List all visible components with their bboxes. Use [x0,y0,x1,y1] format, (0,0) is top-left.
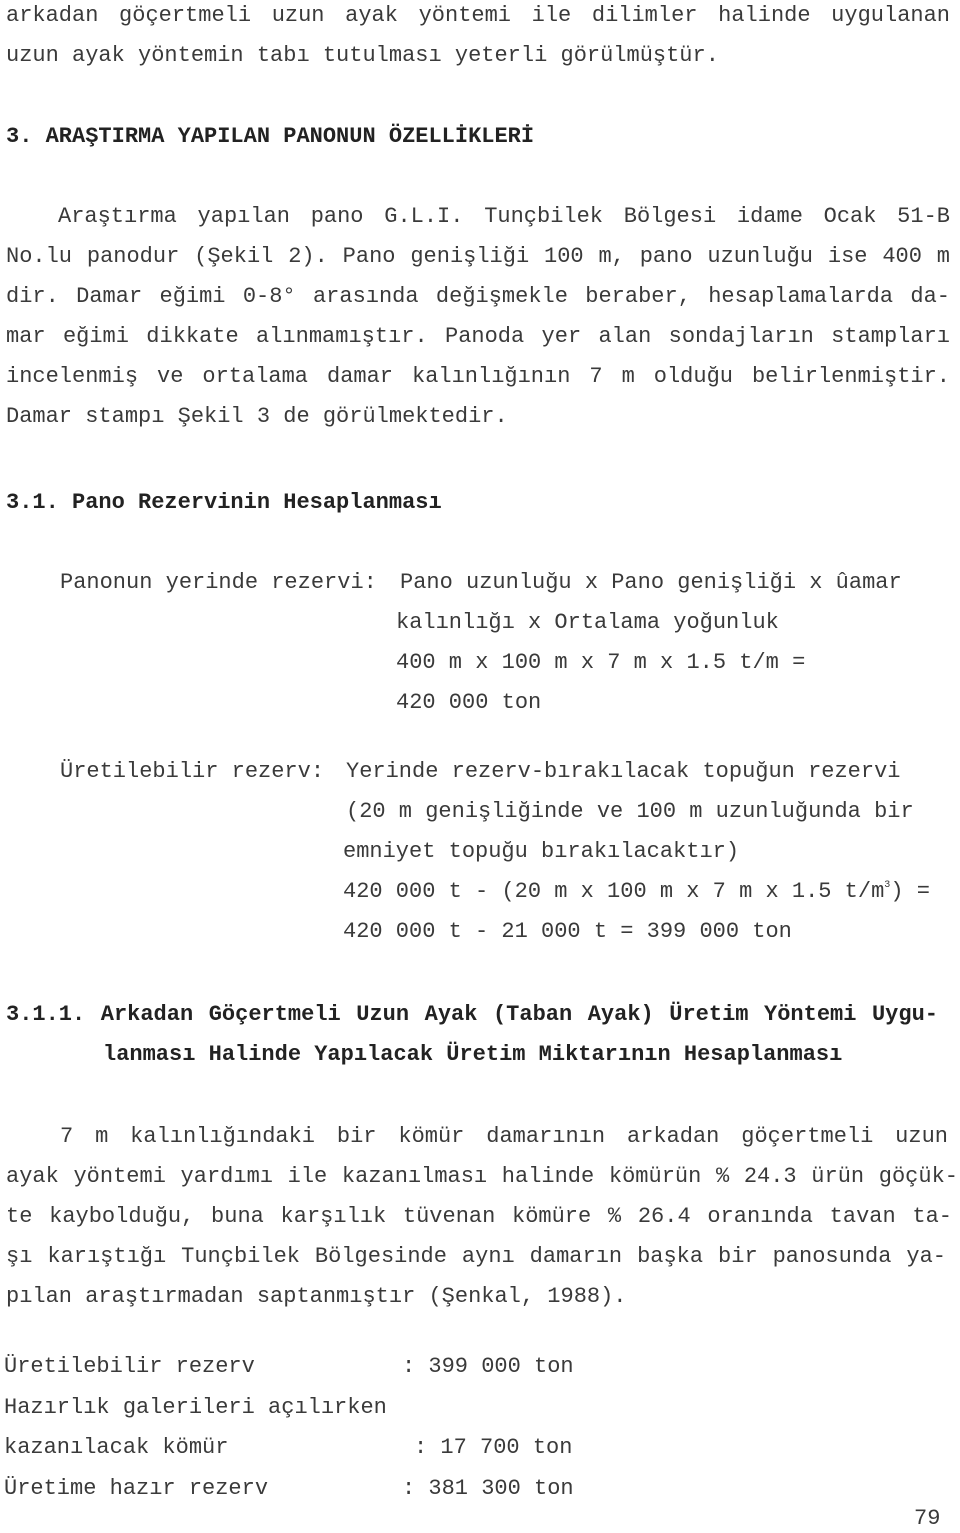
calc-post: ) = [890,879,930,904]
calc-pre: 420 000 t - (20 m x 100 m x 7 m x 1.5 t/… [343,879,885,904]
formula-line: emniyet topuğu bırakılacaktır) [343,839,740,864]
in-place-label: Panonun yerinde rezervi: [60,570,377,595]
body-line: mar eğimi dikkate alınmamıştır. Panoda y… [6,324,950,349]
body-line: incelenmiş ve ortalama damar kalınlığını… [6,364,950,389]
formula-line: Yerinde rezerv-bırakılacak topuğun rezer… [346,759,901,784]
summary-label: kazanılacak kömür [4,1435,229,1460]
subsubsection-heading: lanması Halinde Yapılacak Üretim Miktarı… [103,1042,843,1067]
intro-line: uzun ayak yöntemin tabı tutulması yeterl… [6,43,719,68]
producible-label: Üretilebilir rezerv: [60,759,325,784]
body-line: pılan araştırmadan saptanmıştır (Şenkal,… [6,1284,627,1309]
body-line: Damar stampı Şekil 3 de görülmektedir. [6,404,508,429]
formula-result: 420 000 t - 21 000 t = 399 000 ton [343,919,792,944]
summary-value: : 381 300 ton [402,1476,574,1501]
intro-line: arkadan göçertmeli uzun ayak yöntemi ile… [6,3,950,28]
body-line: No.lu panodur (Şekil 2). Pano genişliği … [6,244,950,269]
summary-label: Üretime hazır rezerv [4,1476,269,1501]
body-line: ayak yöntemi yardımı ile kazanılması hal… [6,1164,958,1189]
formula-line: Pano uzunluğu x Pano genişliği x ûamar [400,570,902,595]
body-line: dir. Damar eğimi 0-8° arasında değişmekl… [6,284,950,309]
body-line: şı karıştığı Tunçbilek Bölgesinde aynı d… [6,1244,946,1269]
subsubsection-heading: 3.1.1. Arkadan Göçertmeli Uzun Ayak (Tab… [6,1002,938,1027]
summary-label: Üretilebilir rezerv [4,1354,255,1379]
summary-label: Hazırlık galerileri açılırken [4,1395,387,1420]
body-line: 7 m kalınlığındaki bir kömür damarının a… [60,1124,948,1149]
formula-line: (20 m genişliğinde ve 100 m uzunluğunda … [346,799,914,824]
body-line: Araştırma yapılan pano G.L.I. Tunçbilek … [58,204,950,229]
page-number: 79 [914,1506,941,1531]
formula-line: 400 m x 100 m x 7 m x 1.5 t/m = [396,650,806,675]
formula-line: kalınlığı x Ortalama yoğunluk [396,610,779,635]
formula-result: 420 000 ton [396,690,542,715]
section-heading: 3. ARAŞTIRMA YAPILAN PANONUN ÖZELLİKLERİ [6,124,535,149]
summary-value: : 17 700 ton [414,1435,573,1460]
formula-calc: 420 000 t - (20 m x 100 m x 7 m x 1.5 t/… [343,878,930,906]
summary-value: : 399 000 ton [402,1354,574,1379]
body-line: te kaybolduğu, buna karşılık tüvenan köm… [6,1204,952,1229]
subsection-heading: 3.1. Pano Rezervinin Hesaplanması [6,490,442,515]
